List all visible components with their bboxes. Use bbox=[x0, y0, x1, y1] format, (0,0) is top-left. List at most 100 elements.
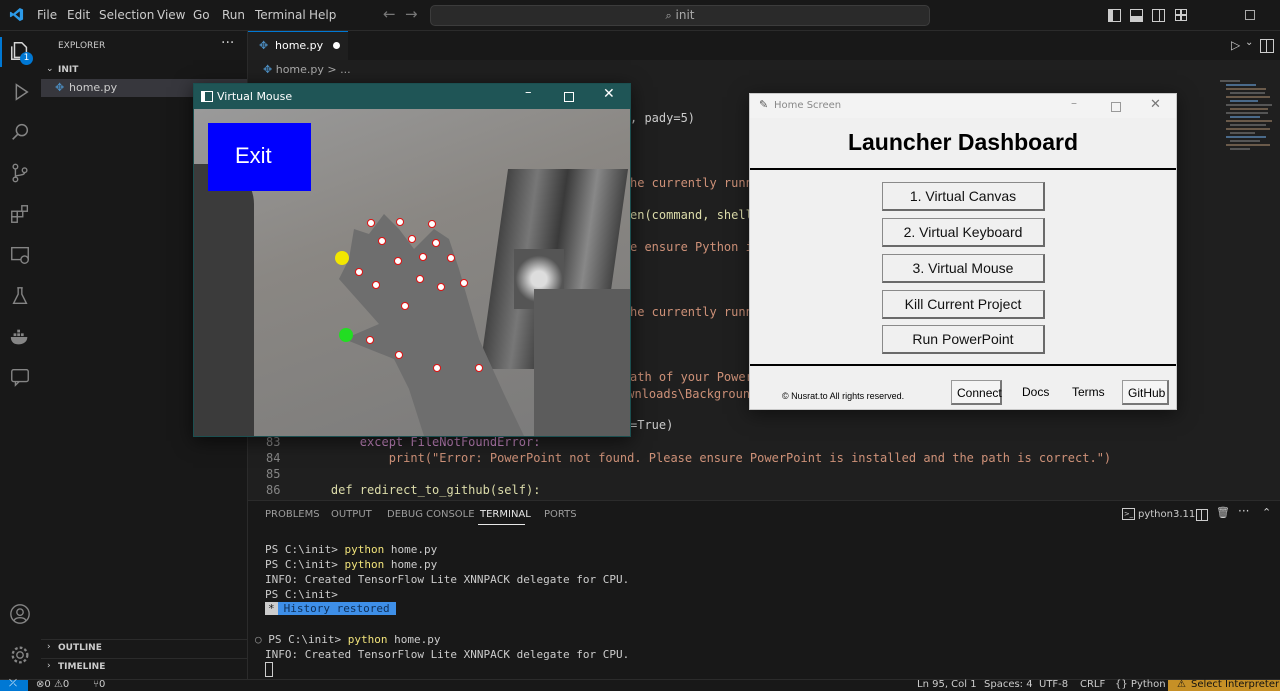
command-decoration-icon[interactable]: ○ bbox=[255, 633, 262, 646]
docs-link[interactable]: Docs bbox=[1022, 385, 1049, 399]
landmark-dot bbox=[432, 239, 440, 247]
menu-run[interactable]: Run bbox=[222, 8, 245, 22]
encoding[interactable]: UTF-8 bbox=[1039, 679, 1068, 690]
workspace-folder[interactable]: INIT bbox=[58, 65, 78, 75]
customize-layout-icon[interactable] bbox=[1175, 9, 1187, 21]
menu-edit[interactable]: Edit bbox=[67, 8, 90, 22]
line-ending[interactable]: CRLF bbox=[1080, 679, 1105, 690]
run-debug-icon[interactable] bbox=[9, 81, 31, 103]
virtual-canvas-button[interactable]: 1. Virtual Canvas bbox=[882, 182, 1045, 211]
menu-selection[interactable]: Selection bbox=[99, 8, 154, 22]
terms-link[interactable]: Terms bbox=[1072, 385, 1105, 399]
landmark-dot bbox=[355, 268, 363, 276]
problems-status[interactable]: ⊗0 ⚠0 bbox=[36, 679, 69, 690]
warning-count: 0 bbox=[62, 679, 70, 690]
forward-arrow-icon[interactable]: → bbox=[405, 5, 418, 23]
source-control-icon[interactable] bbox=[9, 162, 31, 184]
chevron-up-icon[interactable]: ⌃ bbox=[1262, 506, 1271, 519]
divider bbox=[750, 168, 1176, 170]
terminal-cursor[interactable] bbox=[265, 662, 273, 677]
run-file-icon[interactable]: ▷ bbox=[1231, 38, 1240, 52]
warning-icon: ⚠ bbox=[1177, 679, 1186, 690]
more-actions-icon[interactable]: ··· bbox=[221, 35, 234, 51]
cursor-position[interactable]: Ln 95, Col 1 bbox=[917, 679, 977, 690]
kill-project-button[interactable]: Kill Current Project bbox=[882, 290, 1045, 319]
menu-help[interactable]: Help bbox=[309, 8, 336, 22]
code-fragment: en(command, shell=T bbox=[630, 208, 768, 222]
toggle-panel-icon[interactable] bbox=[1130, 9, 1143, 22]
remote-explorer-icon[interactable] bbox=[9, 244, 31, 266]
landmark-dot bbox=[475, 364, 483, 372]
breadcrumb-more[interactable]: ... bbox=[340, 63, 351, 76]
terminal-info: INFO: Created TensorFlow Lite XNNPACK de… bbox=[265, 573, 630, 586]
outline-section[interactable]: OUTLINE bbox=[58, 643, 102, 653]
window-title-bar[interactable]: Virtual Mouse – ✕ bbox=[194, 84, 630, 109]
window-title-bar[interactable]: ✎ Home Screen – ✕ bbox=[750, 94, 1176, 118]
select-interpreter-button[interactable]: ⚠ Select Interpreter bbox=[1168, 679, 1280, 691]
close-icon[interactable]: ✕ bbox=[1150, 97, 1161, 112]
docker-icon[interactable] bbox=[9, 326, 31, 348]
minimap[interactable] bbox=[1220, 78, 1280, 208]
remote-indicator[interactable]: ⤫ bbox=[0, 678, 28, 691]
python-file-icon: ✥ bbox=[55, 81, 65, 94]
minimize-icon[interactable]: – bbox=[525, 85, 532, 100]
extensions-icon[interactable] bbox=[9, 203, 31, 225]
settings-gear-icon[interactable] bbox=[9, 644, 31, 666]
virtual-keyboard-button[interactable]: 2. Virtual Keyboard bbox=[882, 218, 1045, 247]
testing-icon[interactable] bbox=[9, 285, 31, 307]
chevron-down-icon[interactable]: ⌄ bbox=[1245, 37, 1253, 48]
chevron-down-icon[interactable]: ⌄ bbox=[46, 64, 54, 74]
active-indicator bbox=[0, 37, 2, 67]
back-arrow-icon[interactable]: ← bbox=[383, 5, 396, 23]
virtual-mouse-window[interactable]: Virtual Mouse – ✕ Exit bbox=[193, 83, 631, 437]
code-fragment: , pady=5) bbox=[630, 111, 696, 125]
account-icon[interactable] bbox=[9, 603, 31, 625]
maximize-icon[interactable] bbox=[1111, 102, 1121, 112]
ports-status[interactable]: ⑂0 bbox=[93, 679, 105, 690]
chevron-right-icon[interactable]: › bbox=[47, 661, 51, 671]
language-mode[interactable]: {} Python bbox=[1115, 679, 1166, 690]
terminal-info: INFO: Created TensorFlow Lite XNNPACK de… bbox=[265, 648, 630, 661]
toggle-sidebar-icon[interactable] bbox=[1108, 9, 1121, 22]
more-actions-icon[interactable]: ··· bbox=[1238, 504, 1249, 518]
index-tip-marker bbox=[335, 251, 349, 265]
menu-terminal[interactable]: Terminal bbox=[255, 8, 306, 22]
timeline-section[interactable]: TIMELINE bbox=[58, 662, 105, 672]
restore-window-icon[interactable] bbox=[1245, 10, 1255, 20]
tab-problems[interactable]: PROBLEMS bbox=[265, 509, 320, 520]
run-powerpoint-button[interactable]: Run PowerPoint bbox=[882, 325, 1045, 354]
close-icon[interactable]: ✕ bbox=[603, 86, 615, 102]
unsaved-dot-icon[interactable] bbox=[333, 42, 340, 49]
split-editor-icon[interactable] bbox=[1260, 39, 1274, 53]
menu-view[interactable]: View bbox=[157, 8, 185, 22]
status-bar: ⤫ ⊗0 ⚠0 ⑂0 Ln 95, Col 1 Spaces: 4 UTF-8 … bbox=[0, 678, 1280, 691]
command: python bbox=[347, 633, 388, 646]
code-line: except FileNotFoundError: bbox=[302, 435, 541, 449]
home-screen-window[interactable]: ✎ Home Screen – ✕ Launcher Dashboard 1. … bbox=[749, 93, 1177, 410]
terminal-profile[interactable]: python3.11 bbox=[1138, 509, 1195, 520]
tab-debug-console[interactable]: DEBUG CONSOLE bbox=[387, 509, 475, 520]
maximize-icon[interactable] bbox=[564, 92, 574, 102]
search-sidebar-icon[interactable] bbox=[9, 121, 31, 143]
connect-button[interactable]: Connect bbox=[951, 380, 1002, 405]
virtual-mouse-button[interactable]: 3. Virtual Mouse bbox=[882, 254, 1045, 283]
github-button[interactable]: GitHub bbox=[1122, 380, 1169, 405]
minimize-icon[interactable]: – bbox=[1071, 96, 1077, 110]
trash-icon[interactable]: 🗑 bbox=[1216, 506, 1230, 519]
menu-go[interactable]: Go bbox=[193, 8, 210, 22]
menu-file[interactable]: File bbox=[37, 8, 57, 22]
indentation[interactable]: Spaces: 4 bbox=[984, 679, 1033, 690]
code-fragment: ath of your PowerPo bbox=[630, 370, 768, 384]
code-line: print("Error: PowerPoint not found. Plea… bbox=[302, 451, 1112, 465]
split-terminal-icon[interactable] bbox=[1196, 509, 1208, 521]
toggle-secondary-sidebar-icon[interactable] bbox=[1152, 9, 1165, 22]
tab-output[interactable]: OUTPUT bbox=[331, 509, 372, 520]
tab-terminal[interactable]: TERMINAL bbox=[480, 509, 531, 520]
tab-home-py[interactable]: ✥ home.py bbox=[248, 31, 348, 61]
chat-icon[interactable] bbox=[9, 366, 31, 388]
command-center[interactable]: ⌕ init bbox=[430, 5, 930, 26]
breadcrumb-file[interactable]: home.py bbox=[276, 63, 324, 76]
tab-ports[interactable]: PORTS bbox=[544, 509, 577, 520]
exit-button[interactable]: Exit bbox=[208, 123, 311, 191]
chevron-right-icon[interactable]: › bbox=[47, 642, 51, 652]
